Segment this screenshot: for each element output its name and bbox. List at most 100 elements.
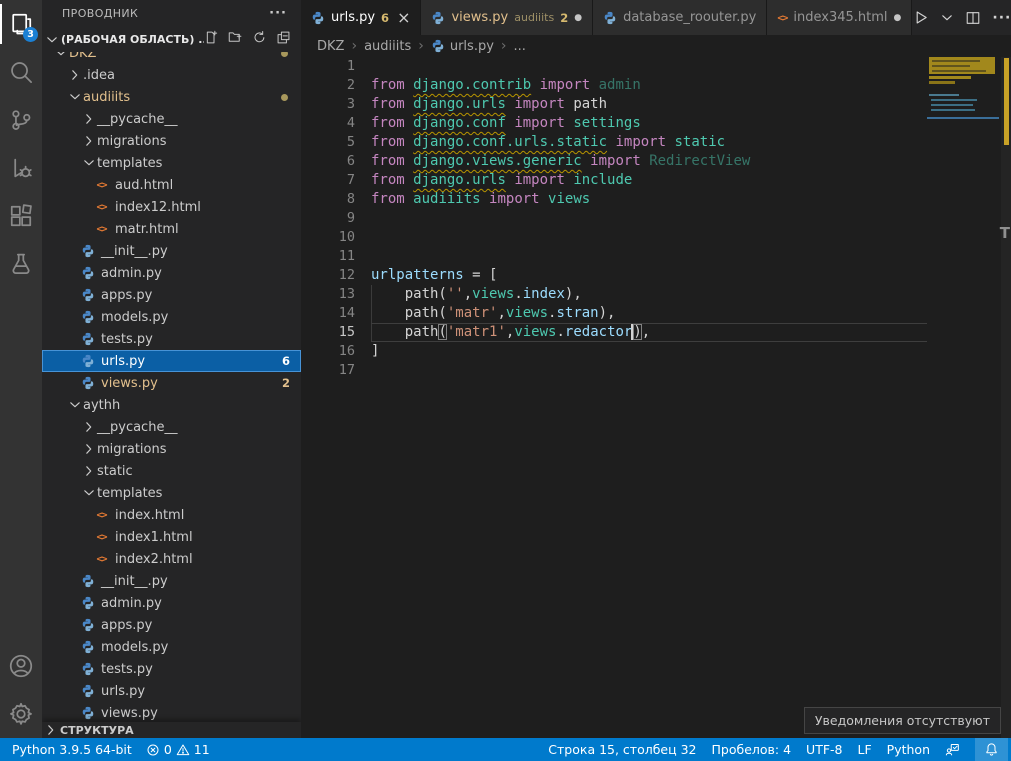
workspace-section-header[interactable]: (РАБОЧАЯ ОБЛАСТЬ) ...	[42, 27, 301, 52]
code-line-12[interactable]: 12urlpatterns = [	[301, 266, 927, 285]
tree-file-aud-html[interactable]: <>aud.html	[42, 174, 301, 196]
code-line-9[interactable]: 9	[301, 209, 927, 228]
code-line-10[interactable]: 10	[301, 228, 927, 247]
status-encoding[interactable]: UTF-8	[806, 738, 842, 761]
tree-file-matr-html[interactable]: <>matr.html	[42, 218, 301, 240]
new-folder-button[interactable]	[228, 30, 243, 49]
tree-folder-migrations[interactable]: migrations	[42, 130, 301, 152]
more-actions-icon[interactable]: ···	[269, 6, 287, 21]
breadcrumb-item--[interactable]: ...	[514, 39, 526, 54]
tree-file-admin-py[interactable]: admin.py	[42, 262, 301, 284]
collapse-all-button[interactable]	[276, 30, 291, 49]
tab-index345-html[interactable]: <>index345.html●	[767, 0, 912, 35]
tree-folder--pycache-[interactable]: __pycache__	[42, 108, 301, 130]
run-button[interactable]	[912, 9, 929, 26]
status-cursor-position[interactable]: Строка 15, столбец 32	[548, 738, 696, 761]
tree-file-tests-py[interactable]: tests.py	[42, 658, 301, 680]
code-line-8[interactable]: 8from audiiits import views	[301, 190, 927, 209]
status-feedback[interactable]	[945, 738, 960, 761]
code-line-15[interactable]: 15 path('matr1',views.redactor),	[301, 323, 927, 342]
scrollbar[interactable]	[1001, 57, 1011, 738]
html-file-icon: <>	[94, 178, 109, 193]
breadcrumb-item-urls-py[interactable]: urls.py	[431, 39, 494, 54]
tree-file-models-py[interactable]: models.py	[42, 306, 301, 328]
code-line-17[interactable]: 17	[301, 361, 927, 380]
code-line-11[interactable]: 11	[301, 247, 927, 266]
status-indentation[interactable]: Пробелов: 4	[712, 738, 792, 761]
activity-bar-item-settings[interactable]	[0, 690, 42, 738]
status-problems[interactable]: 011	[146, 738, 210, 761]
tab-urls-py[interactable]: urls.py6×	[301, 0, 421, 35]
activity-bar-item-account[interactable]	[0, 642, 42, 690]
tree-file-admin-py[interactable]: admin.py	[42, 592, 301, 614]
tree-file-tests-py[interactable]: tests.py	[42, 328, 301, 350]
activity-bar-item-run-debug[interactable]	[0, 144, 42, 192]
tree-file-apps-py[interactable]: apps.py	[42, 614, 301, 636]
split-icon	[965, 10, 981, 26]
code-line-7[interactable]: 7from django.urls import include	[301, 171, 927, 190]
explorer-panel-header: ПРОВОДНИК ···	[42, 0, 301, 27]
python-file-icon	[80, 266, 95, 281]
code-line-13[interactable]: 13 path('',views.index),	[301, 285, 927, 304]
run-dropdown[interactable]	[940, 11, 954, 25]
tree-file-urls-py[interactable]: urls.py6	[42, 350, 301, 372]
tree-file-views-py[interactable]: views.py	[42, 702, 301, 724]
tree-folder--pycache-[interactable]: __pycache__	[42, 416, 301, 438]
code-editor[interactable]: 12from django.contrib import admin3from …	[301, 57, 1011, 738]
code-line-2[interactable]: 2from django.contrib import admin	[301, 76, 927, 95]
tab-label: index345.html	[793, 10, 887, 25]
code-line-3[interactable]: 3from django.urls import path	[301, 95, 927, 114]
breadcrumb-item-audiiits[interactable]: audiiits	[364, 39, 411, 54]
code-line-6[interactable]: 6from django.views.generic import Redire…	[301, 152, 927, 171]
tree-folder-aythh[interactable]: aythh	[42, 394, 301, 416]
split-editor-button[interactable]	[965, 10, 981, 26]
code-line-14[interactable]: 14 path('matr',views.stran),	[301, 304, 927, 323]
tab-description: audiiits	[514, 11, 554, 24]
tree-file--init-py[interactable]: __init__.py	[42, 570, 301, 592]
line-number: 6	[301, 152, 355, 171]
status-eol[interactable]: LF	[858, 738, 872, 761]
code-line-16[interactable]: 16]	[301, 342, 927, 361]
tree-file-apps-py[interactable]: apps.py	[42, 284, 301, 306]
activity-bar-item-extensions[interactable]	[0, 192, 42, 240]
tree-folder-migrations[interactable]: migrations	[42, 438, 301, 460]
code-line-1[interactable]: 1	[301, 57, 927, 76]
tree-folder-audiiits[interactable]: audiiits	[42, 86, 301, 108]
tree-file-index2-html[interactable]: <>index2.html	[42, 548, 301, 570]
scrollbar-t-marker: T	[1000, 224, 1010, 242]
status-notifications-bell[interactable]	[975, 738, 1008, 761]
tree-folder-static[interactable]: static	[42, 460, 301, 482]
new-file-button[interactable]	[204, 30, 219, 49]
activity-bar-item-testing[interactable]	[0, 240, 42, 288]
tree-file--init-py[interactable]: __init__.py	[42, 240, 301, 262]
breadcrumb[interactable]: DKZ›audiiits›urls.py›...	[301, 35, 1011, 57]
status-python-version[interactable]: Python 3.9.5 64-bit	[12, 738, 132, 761]
activity-bar-item-search[interactable]	[0, 48, 42, 96]
tree-file-views-py[interactable]: views.py2	[42, 372, 301, 394]
tree-folder-templates[interactable]: templates	[42, 482, 301, 504]
tab-database-roouter-py[interactable]: database_roouter.py	[593, 0, 767, 35]
structure-section-header[interactable]: СТРУКТУРА	[42, 722, 301, 738]
tab-views-py[interactable]: views.pyaudiiits2●	[421, 0, 593, 35]
tree-file-index12-html[interactable]: <>index12.html	[42, 196, 301, 218]
extensions-icon	[8, 203, 34, 229]
status-language-mode[interactable]: Python	[887, 738, 930, 761]
python-file-icon	[80, 706, 95, 721]
close-icon[interactable]: ×	[397, 10, 410, 26]
code-line-4[interactable]: 4from django.conf import settings	[301, 114, 927, 133]
breadcrumb-item-dkz[interactable]: DKZ	[317, 39, 344, 54]
line-number: 9	[301, 209, 355, 228]
html-file-icon: <>	[94, 530, 109, 545]
tree-folder--idea[interactable]: .idea	[42, 64, 301, 86]
line-number: 16	[301, 342, 355, 361]
tree-file-index1-html[interactable]: <>index1.html	[42, 526, 301, 548]
tree-file-index-html[interactable]: <>index.html	[42, 504, 301, 526]
tree-file-urls-py[interactable]: urls.py	[42, 680, 301, 702]
more-actions-button[interactable]: ···	[992, 10, 1011, 26]
code-line-5[interactable]: 5from django.conf.urls.static import sta…	[301, 133, 927, 152]
activity-bar-item-source-control[interactable]	[0, 96, 42, 144]
activity-bar-item-explorer[interactable]: 3	[0, 0, 42, 48]
refresh-button[interactable]	[252, 30, 267, 49]
tree-folder-templates[interactable]: templates	[42, 152, 301, 174]
tree-file-models-py[interactable]: models.py	[42, 636, 301, 658]
